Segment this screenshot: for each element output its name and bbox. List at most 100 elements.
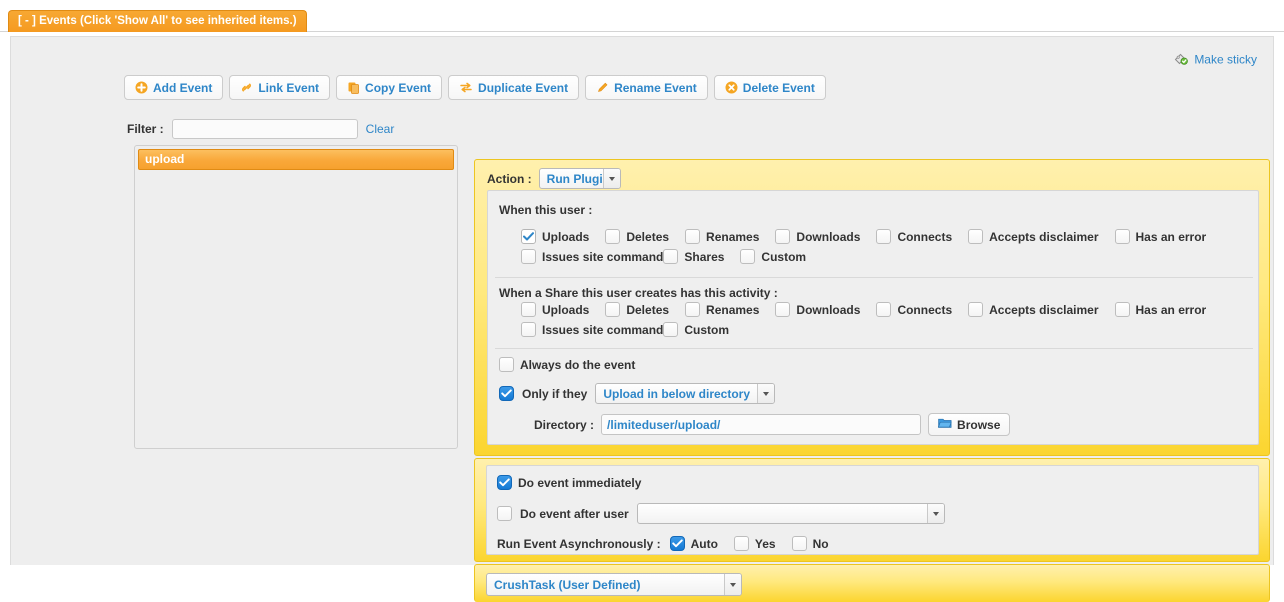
checkbox-share-downloads[interactable] [775, 302, 791, 317]
share-option-connects[interactable]: Connects [876, 302, 952, 317]
option-shares-label: Shares [684, 249, 725, 264]
after-user-select[interactable] [636, 503, 945, 524]
duplicate-event-button[interactable]: Duplicate Event [448, 75, 580, 100]
action-panel: Action : Run Plugin When this user : Upl… [474, 159, 1270, 456]
option-deletes[interactable]: Deletes [605, 229, 669, 244]
share-option-issues-site-command[interactable]: Issues site command [521, 322, 663, 337]
duplicate-arrows-icon [459, 81, 473, 94]
share-option-accepts-disclaimer[interactable]: Accepts disclaimer [968, 302, 1099, 317]
chevron-down-icon [602, 169, 620, 188]
checkbox-custom[interactable] [740, 249, 756, 264]
checkbox-has-an-error[interactable] [1114, 229, 1130, 244]
checkbox-async-yes[interactable] [733, 536, 749, 551]
event-toolbar: Add Event Link Event Copy Event Duplicat… [124, 75, 826, 100]
link-icon [240, 81, 253, 94]
checkbox-always-do-event[interactable] [499, 357, 514, 372]
option-shares[interactable]: Shares [663, 249, 724, 264]
list-item-label: upload [145, 152, 185, 166]
checkbox-async-no[interactable] [791, 536, 807, 551]
checkbox-renames[interactable] [685, 229, 701, 244]
async-option-yes-label: Yes [754, 536, 776, 551]
checkbox-share-deletes[interactable] [605, 302, 621, 317]
checkbox-share-issues-site-command[interactable] [521, 322, 536, 337]
checkbox-share-custom[interactable] [663, 322, 679, 337]
option-accepts-disclaimer[interactable]: Accepts disclaimer [968, 229, 1099, 244]
divider-1 [495, 277, 1253, 278]
divider-2 [495, 348, 1253, 349]
async-option-no[interactable]: No [791, 536, 829, 551]
copy-event-button[interactable]: Copy Event [336, 75, 443, 100]
delete-event-button[interactable]: Delete Event [713, 75, 826, 100]
task-select[interactable]: CrushTask (User Defined) [486, 573, 742, 596]
tab-events[interactable]: [ - ] Events (Click 'Show All' to see in… [8, 10, 307, 32]
share-option-uploads[interactable]: Uploads [521, 302, 589, 317]
only-if-condition-select[interactable]: Upload in below directory [595, 383, 776, 404]
do-event-after-user-row: Do event after user [497, 503, 945, 524]
checkbox-deletes[interactable] [605, 229, 621, 244]
plus-circle-icon [135, 81, 148, 94]
share-option-renames[interactable]: Renames [685, 302, 759, 317]
event-list[interactable]: upload [134, 145, 458, 449]
async-option-yes[interactable]: Yes [733, 536, 776, 551]
checkbox-do-event-immediately[interactable] [497, 475, 512, 490]
checkbox-share-uploads[interactable] [521, 302, 536, 317]
option-custom[interactable]: Custom [740, 249, 806, 264]
only-if-row: Only if they Upload in below directory [499, 383, 776, 404]
share-option-connects-label: Connects [897, 302, 953, 317]
checkbox-share-accepts-disclaimer[interactable] [968, 302, 984, 317]
add-event-button[interactable]: Add Event [124, 75, 224, 100]
checkbox-share-connects[interactable] [876, 302, 892, 317]
chevron-down-icon [724, 574, 741, 595]
checkbox-connects[interactable] [876, 229, 892, 244]
always-do-event-row[interactable]: Always do the event [499, 357, 635, 372]
share-option-custom-label: Custom [684, 322, 730, 337]
do-event-immediately-label: Do event immediately [518, 475, 642, 490]
make-sticky-link[interactable]: Make sticky [1174, 51, 1257, 68]
list-item[interactable]: upload [138, 149, 454, 170]
checkbox-downloads[interactable] [775, 229, 791, 244]
async-option-auto[interactable]: Auto [669, 536, 718, 551]
option-downloads[interactable]: Downloads [775, 229, 860, 244]
option-uploads[interactable]: Uploads [521, 229, 589, 244]
share-option-has-an-error-label: Has an error [1135, 302, 1207, 317]
option-deletes-label: Deletes [626, 229, 670, 244]
rename-event-button[interactable]: Rename Event [585, 75, 708, 100]
option-connects[interactable]: Connects [876, 229, 952, 244]
checkbox-shares[interactable] [663, 249, 679, 264]
checkbox-uploads[interactable] [521, 229, 536, 244]
checkbox-issues-site-command[interactable] [521, 249, 536, 264]
checkbox-accepts-disclaimer[interactable] [968, 229, 984, 244]
content-panel: Make sticky Add Event Link Event Copy Ev… [10, 36, 1274, 602]
browse-button[interactable]: Browse [928, 413, 1011, 436]
checkbox-async-auto[interactable] [669, 536, 685, 551]
link-event-label: Link Event [258, 80, 320, 95]
option-renames[interactable]: Renames [685, 229, 759, 244]
share-option-accepts-disclaimer-label: Accepts disclaimer [989, 302, 1099, 317]
share-option-deletes[interactable]: Deletes [605, 302, 669, 317]
make-sticky-label: Make sticky [1194, 52, 1257, 67]
share-option-custom[interactable]: Custom [663, 322, 729, 337]
folder-icon [937, 417, 952, 432]
directory-input[interactable] [601, 414, 922, 435]
checkbox-do-event-after-user[interactable] [497, 506, 512, 521]
action-select[interactable]: Run Plugin [538, 168, 621, 189]
action-label: Action : [487, 171, 532, 186]
share-option-downloads-label: Downloads [796, 302, 861, 317]
checkbox-share-has-an-error[interactable] [1114, 302, 1130, 317]
when-share-options: Uploads Deletes Renames Downloads Connec… [521, 302, 1251, 337]
share-option-has-an-error[interactable]: Has an error [1114, 302, 1207, 317]
link-event-button[interactable]: Link Event [229, 75, 331, 100]
option-custom-label: Custom [761, 249, 807, 264]
option-has-an-error[interactable]: Has an error [1114, 229, 1206, 244]
checkbox-only-if-they[interactable] [499, 386, 514, 401]
copy-icon [347, 81, 360, 94]
checkbox-share-renames[interactable] [685, 302, 701, 317]
filter-row: Filter : Clear [127, 119, 394, 139]
option-issues-site-command[interactable]: Issues site command [521, 249, 663, 264]
browse-label: Browse [957, 417, 1001, 432]
add-event-label: Add Event [153, 80, 213, 95]
share-option-downloads[interactable]: Downloads [775, 302, 860, 317]
do-event-immediately-row[interactable]: Do event immediately [497, 475, 641, 490]
filter-input[interactable] [171, 119, 358, 139]
action-select-value: Run Plugin [546, 171, 603, 186]
